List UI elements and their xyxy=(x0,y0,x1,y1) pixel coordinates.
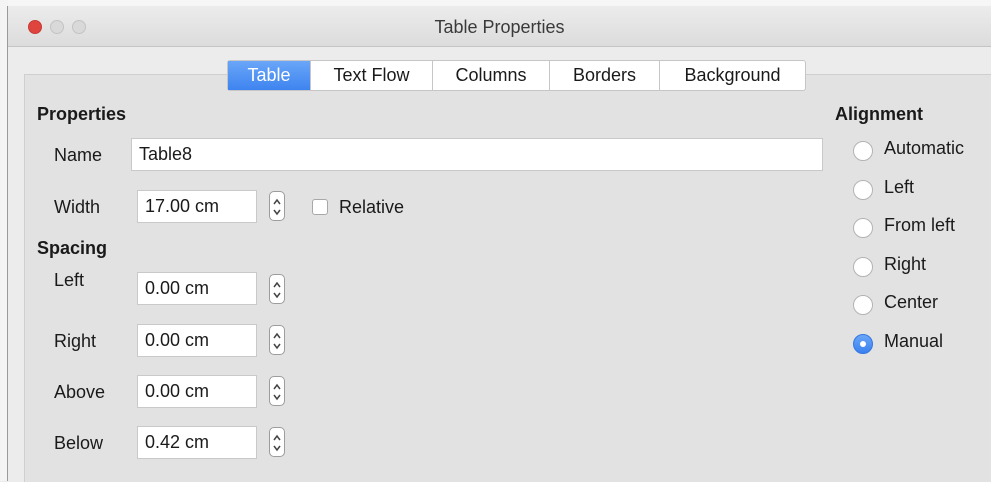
alignment-manual-radio[interactable] xyxy=(853,334,873,354)
below-spacing-stepper[interactable] xyxy=(269,427,285,457)
right-spacing-field[interactable]: 0.00 cm xyxy=(137,324,257,357)
width-stepper[interactable] xyxy=(269,191,285,221)
window-title: Table Properties xyxy=(434,17,565,37)
stepper-icon xyxy=(273,281,281,299)
tab-borders[interactable]: Borders xyxy=(550,61,660,90)
spacing-heading: Spacing xyxy=(37,238,108,258)
right-spacing-stepper[interactable] xyxy=(269,325,285,355)
alignment-right-label: Right xyxy=(884,254,927,274)
alignment-right-radio[interactable] xyxy=(853,257,873,277)
tab-bar: Table Text Flow Columns Borders Backgrou… xyxy=(227,60,806,91)
relative-checkbox[interactable] xyxy=(312,199,328,215)
alignment-heading: Alignment xyxy=(835,104,923,124)
stepper-icon xyxy=(273,383,281,401)
title-bar: Table Properties xyxy=(8,6,991,47)
stepper-icon xyxy=(273,434,281,452)
background-edge-left xyxy=(0,0,8,481)
tab-text-flow[interactable]: Text Flow xyxy=(311,61,433,90)
above-spacing-label: Above xyxy=(54,382,106,402)
below-spacing-label: Below xyxy=(54,433,104,453)
left-spacing-field[interactable]: 0.00 cm xyxy=(137,272,257,305)
right-spacing-label: Right xyxy=(54,331,97,351)
left-spacing-label: Left xyxy=(54,270,85,290)
relative-label: Relative xyxy=(339,197,405,217)
alignment-center-radio[interactable] xyxy=(853,295,873,315)
tab-background[interactable]: Background xyxy=(660,61,805,90)
tab-table[interactable]: Table xyxy=(228,61,311,90)
width-label: Width xyxy=(54,197,101,217)
alignment-automatic-radio[interactable] xyxy=(853,141,873,161)
stepper-icon xyxy=(273,198,281,216)
alignment-left-label: Left xyxy=(884,177,915,197)
alignment-manual-label: Manual xyxy=(884,331,944,351)
alignment-center-label: Center xyxy=(884,292,939,312)
name-label: Name xyxy=(54,145,103,165)
above-spacing-stepper[interactable] xyxy=(269,376,285,406)
width-field[interactable]: 17.00 cm xyxy=(137,190,257,223)
left-spacing-stepper[interactable] xyxy=(269,274,285,304)
alignment-automatic-label: Automatic xyxy=(884,138,965,158)
name-field[interactable]: Table8 xyxy=(131,138,823,171)
stepper-icon xyxy=(273,332,281,350)
alignment-from-left-label: From left xyxy=(884,215,956,235)
properties-heading: Properties xyxy=(37,104,127,124)
tab-columns[interactable]: Columns xyxy=(433,61,550,90)
below-spacing-field[interactable]: 0.42 cm xyxy=(137,426,257,459)
alignment-left-radio[interactable] xyxy=(853,180,873,200)
alignment-from-left-radio[interactable] xyxy=(853,218,873,238)
above-spacing-field[interactable]: 0.00 cm xyxy=(137,375,257,408)
